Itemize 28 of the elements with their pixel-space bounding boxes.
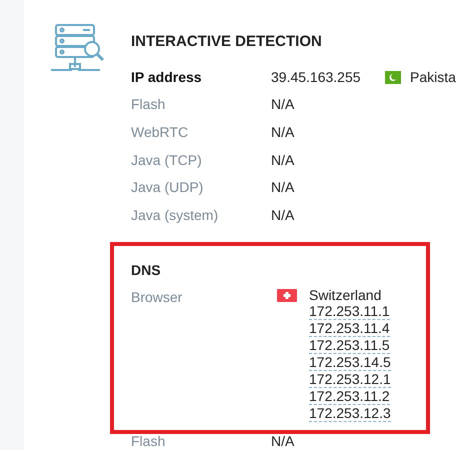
row-label: Flash (131, 432, 166, 450)
dns-address: 172.253.14.5 (309, 354, 391, 371)
row-value: N/A (271, 150, 294, 170)
row-label: Browser (131, 288, 184, 307)
dns-title: DNS (131, 260, 162, 280)
dns-address: 172.253.11.2 (309, 388, 390, 405)
row-value: N/A (271, 122, 294, 142)
dns-address: 172.253.11.4 (309, 320, 390, 337)
dns-address: 172.253.11.5 (309, 338, 390, 354)
flag-icon (277, 288, 297, 302)
row-label: Java (UDP) (131, 178, 204, 198)
row-value: N/A (271, 206, 294, 225)
row-value: N/A (271, 178, 294, 198)
country-name: Pakista (410, 68, 456, 87)
row-label: Java (system) (131, 206, 220, 225)
row-label: IP address (131, 68, 203, 87)
row-label: Flash (131, 95, 166, 114)
row-label: Java (TCP) (131, 150, 203, 170)
dns-address: 172.253.12.1 (309, 372, 391, 388)
dns-address: 172.253.11.1 (309, 304, 390, 320)
section-title: INTERACTIVE DETECTION (131, 33, 322, 50)
row-label: WebRTC (131, 122, 190, 142)
ip-value: 39.45.163.255 (271, 68, 362, 87)
row-value: N/A (271, 432, 294, 450)
country-name: Switzerland (309, 286, 382, 303)
flag-icon (385, 70, 401, 84)
row-value: N/A (271, 95, 294, 114)
dns-address: 172.253.12.3 (309, 406, 391, 422)
